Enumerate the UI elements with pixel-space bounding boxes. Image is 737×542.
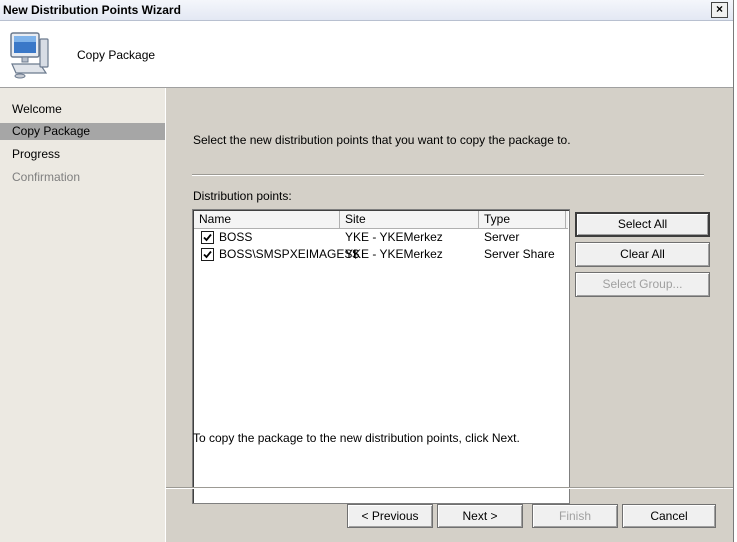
checkmark-icon	[203, 233, 212, 242]
footer-divider	[166, 487, 733, 489]
wizard-steps-nav: Welcome Copy Package Progress Confirmati…	[0, 88, 166, 542]
row-site: YKE - YKEMerkez	[345, 230, 443, 244]
select-group-button[interactable]: Select Group...	[575, 272, 710, 297]
finish-button[interactable]: Finish	[532, 504, 618, 528]
clear-all-button[interactable]: Clear All	[575, 242, 710, 267]
previous-button[interactable]: < Previous	[347, 504, 433, 528]
wizard-header: Copy Package	[0, 21, 733, 88]
row-name: BOSS\SMSPXEIMAGES$	[219, 247, 360, 261]
list-item[interactable]: BOSS\SMSPXEIMAGES$ YKE - YKEMerkez Serve…	[194, 246, 568, 263]
close-button[interactable]: ×	[711, 2, 728, 18]
select-all-button[interactable]: Select All	[575, 212, 710, 237]
row-checkbox[interactable]	[201, 248, 214, 261]
title-bar[interactable]: New Distribution Points Wizard ×	[0, 0, 733, 21]
distribution-points-label: Distribution points:	[193, 189, 292, 203]
distribution-points-list[interactable]: Name Site Type BOSS YKE - YKEMerkez Serv…	[192, 209, 570, 504]
computer-icon	[10, 32, 49, 79]
list-header: Name Site Type	[194, 211, 568, 229]
instruction-text: Select the new distribution points that …	[193, 133, 571, 147]
next-instruction-text: To copy the package to the new distribut…	[193, 431, 520, 445]
column-header-type[interactable]: Type	[479, 211, 566, 228]
row-name: BOSS	[219, 230, 253, 244]
row-checkbox[interactable]	[201, 231, 214, 244]
column-header-name[interactable]: Name	[194, 211, 340, 228]
list-item[interactable]: BOSS YKE - YKEMerkez Server	[194, 229, 568, 246]
cancel-button[interactable]: Cancel	[622, 504, 716, 528]
nav-step-confirmation: Confirmation	[12, 170, 81, 184]
window-title: New Distribution Points Wizard	[3, 3, 181, 17]
divider	[192, 174, 704, 176]
row-type: Server	[484, 230, 520, 244]
row-site: YKE - YKEMerkez	[345, 247, 443, 261]
next-button[interactable]: Next >	[437, 504, 523, 528]
nav-step-copy-package: Copy Package	[0, 123, 165, 140]
nav-step-welcome: Welcome	[12, 102, 62, 116]
column-header-site[interactable]: Site	[340, 211, 479, 228]
wizard-content: Select the new distribution points that …	[166, 88, 733, 542]
header-title: Copy Package	[77, 48, 156, 62]
nav-step-progress: Progress	[12, 147, 61, 161]
close-icon: ×	[715, 2, 723, 16]
checkmark-icon	[203, 250, 212, 259]
row-type: Server Share	[484, 247, 555, 261]
wizard-window: New Distribution Points Wizard × Copy Pa…	[0, 0, 734, 542]
